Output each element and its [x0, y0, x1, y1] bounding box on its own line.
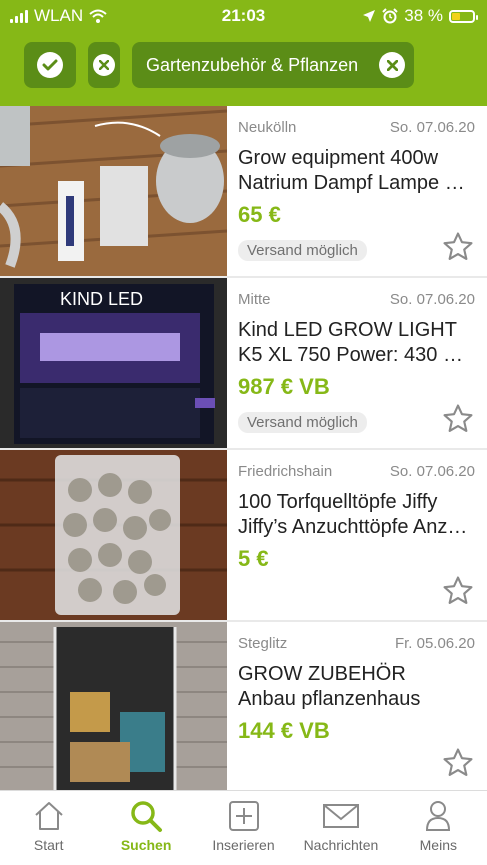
- checkmark-icon: [37, 52, 63, 78]
- star-icon[interactable]: [441, 746, 475, 780]
- listing-list: Neukölln So. 07.06.20 Grow equipment 400…: [0, 106, 487, 790]
- category-filter-chip[interactable]: Gartenzubehör & Pflanzen: [132, 42, 414, 88]
- listing-location: Mitte: [238, 291, 271, 308]
- listing-title: Kind LED GROW LIGHT K5 XL 750 Power: 430…: [238, 318, 475, 368]
- listing-price: 144 € VB: [238, 718, 330, 743]
- listing-image: [0, 622, 227, 790]
- star-icon[interactable]: [441, 230, 475, 264]
- tab-nachrichten[interactable]: Nachrichten: [292, 791, 389, 865]
- listing-title-line1: GROW ZUBEHÖR: [238, 663, 406, 685]
- tab-start[interactable]: Start: [0, 791, 97, 865]
- listing-item[interactable]: Friedrichshain So. 07.06.20 100 Torfquel…: [0, 450, 487, 620]
- listing-title: GROW ZUBEHÖR Anbau pflanzenhaus: [238, 662, 475, 712]
- tab-inserieren-label: Inserieren: [212, 837, 275, 853]
- listing-title-line2: Anbau pflanzenhaus: [238, 688, 421, 710]
- listing-title-line1: Grow equipment 400w: [238, 147, 439, 169]
- listing-image: [0, 450, 227, 620]
- tab-nachrichten-label: Nachrichten: [303, 837, 379, 853]
- listing-date: Fr. 05.06.20: [394, 635, 475, 652]
- search-icon: [131, 801, 163, 832]
- listing-title-line1: Kind LED GROW LIGHT: [238, 319, 457, 341]
- star-icon[interactable]: [441, 402, 475, 436]
- tab-start-label: Start: [33, 837, 64, 853]
- tab-inserieren[interactable]: Inserieren: [195, 791, 292, 865]
- listing-location: Friedrichshain: [238, 463, 333, 480]
- shipping-badge: Versand möglich: [238, 240, 367, 261]
- category-chip-label: Gartenzubehör & Pflanzen: [146, 54, 359, 75]
- shipping-badge: Versand möglich: [238, 412, 367, 433]
- tab-suchen[interactable]: Suchen: [97, 791, 194, 865]
- alarm-clock-icon: [382, 8, 398, 24]
- remove-category-icon[interactable]: [379, 52, 405, 78]
- listing-date: So. 07.06.20: [389, 291, 475, 308]
- envelope-icon: [322, 804, 359, 828]
- clear-filter-button[interactable]: [88, 42, 120, 88]
- listing-title-line2: Jiffy’s Anzuchttöpfe Anzucht: [238, 516, 475, 538]
- filter-bar: Gartenzubehör & Pflanzen: [0, 34, 487, 106]
- listing-image: [0, 106, 227, 276]
- tab-bar: Start Suchen Inserieren Nachrichten Mein…: [0, 790, 487, 865]
- svg-text:KIND LED: KIND LED: [60, 289, 143, 309]
- close-icon: [93, 54, 115, 76]
- listing-location: Neukölln: [238, 119, 297, 136]
- tab-meins[interactable]: Meins: [390, 791, 487, 865]
- tab-meins-label: Meins: [419, 837, 457, 853]
- listing-date: So. 07.06.20: [389, 463, 475, 480]
- battery-icon: [449, 9, 478, 23]
- listing-price: 987 € VB: [238, 374, 330, 399]
- apply-filter-button[interactable]: [24, 42, 76, 88]
- listing-item[interactable]: KIND LED Mitte So. 07.06.20 Kind LED GRO…: [0, 278, 487, 448]
- listing-price: 5 €: [238, 546, 269, 571]
- listing-item[interactable]: Steglitz Fr. 05.06.20 GROW ZUBEHÖR Anbau…: [0, 622, 487, 790]
- listing-title-line2: K5 XL 750 Power: 430 Watt: [238, 344, 475, 366]
- location-arrow-icon: [363, 10, 376, 22]
- listing-price: 65 €: [238, 202, 281, 227]
- status-bar: WLAN 21:03 38 %: [0, 0, 487, 34]
- listing-location: Steglitz: [238, 635, 288, 652]
- home-icon: [35, 802, 63, 830]
- listing-title: 100 Torfquelltöpfe Jiffy Jiffy’s Anzucht…: [238, 490, 475, 540]
- listing-date: So. 07.06.20: [389, 119, 475, 136]
- add-listing-icon: [228, 801, 259, 831]
- tab-suchen-label: Suchen: [120, 837, 172, 853]
- listing-title: Grow equipment 400w Natrium Dampf Lampe …: [238, 146, 475, 196]
- listing-title-line2: Natrium Dampf Lampe mit Vorschaltgerät: [238, 172, 475, 194]
- listing-item[interactable]: Neukölln So. 07.06.20 Grow equipment 400…: [0, 106, 487, 276]
- star-icon[interactable]: [441, 574, 475, 608]
- listing-image: KIND LED: [0, 278, 227, 448]
- user-icon: [426, 801, 451, 831]
- listing-title-line1: 100 Torfquelltöpfe Jiffy: [238, 491, 438, 513]
- battery-percent: 38 %: [404, 6, 443, 25]
